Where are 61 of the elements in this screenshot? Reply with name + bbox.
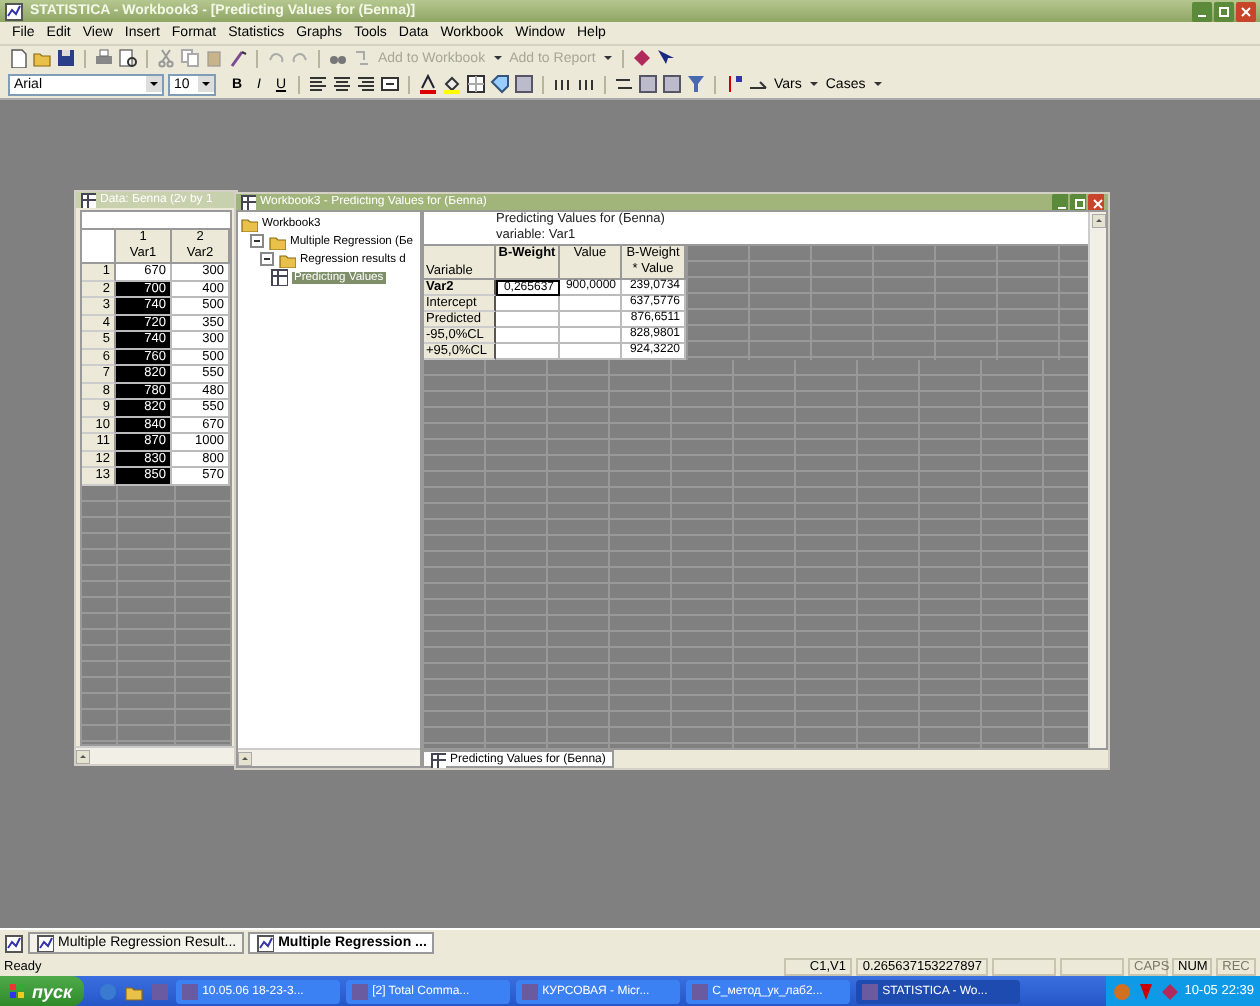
start-button[interactable]: пуск (0, 976, 85, 1006)
table-cell[interactable] (496, 312, 560, 328)
scroll-arrow-icon[interactable] (1091, 214, 1105, 228)
minimize-icon[interactable] (1052, 194, 1068, 210)
chart-icon[interactable] (4, 933, 24, 953)
app-icon (180, 982, 199, 1000)
close-icon[interactable] (1236, 1, 1256, 21)
font-color-icon[interactable] (418, 74, 438, 94)
vertical-scrollbar[interactable] (1088, 212, 1106, 748)
close-icon[interactable] (1088, 194, 1104, 210)
table-cell[interactable] (560, 344, 622, 360)
table-cell[interactable] (560, 296, 622, 312)
horizontal-scrollbar[interactable] (238, 748, 420, 766)
align-right-icon[interactable] (356, 74, 376, 94)
sort-icon[interactable] (724, 74, 744, 94)
spreadsheet-icon (430, 751, 446, 767)
tag-icon[interactable] (490, 74, 510, 94)
caret-icon[interactable] (491, 54, 504, 62)
expand-box-icon[interactable] (250, 234, 264, 248)
table-cell[interactable] (496, 296, 560, 312)
funnel-icon[interactable] (686, 74, 706, 94)
folder-icon[interactable] (124, 981, 145, 1001)
minimize-icon[interactable] (1192, 1, 1212, 21)
app-icon (690, 982, 709, 1000)
app-icon (860, 982, 879, 1000)
caret-icon[interactable] (601, 54, 614, 62)
expand-box-icon[interactable] (260, 252, 274, 266)
clipboard-icon[interactable] (204, 48, 224, 68)
brush-icon[interactable] (228, 48, 248, 68)
app-icon (520, 982, 539, 1000)
chart-icon (36, 934, 54, 952)
align-center-icon[interactable] (332, 74, 352, 94)
preview-icon[interactable] (118, 48, 138, 68)
maximize-icon[interactable] (1070, 194, 1086, 210)
align-left-icon[interactable] (308, 74, 328, 94)
maximize-icon[interactable] (1214, 1, 1234, 21)
merge-icon[interactable] (380, 74, 400, 94)
table-cell[interactable] (560, 328, 622, 344)
status-pane (1060, 957, 1124, 975)
scroll-arrow-icon[interactable] (238, 751, 252, 765)
table-cell[interactable] (496, 328, 560, 344)
table-cell[interactable] (496, 344, 560, 360)
horizontal-scrollbar[interactable] (76, 746, 236, 764)
chart-icon (4, 1, 24, 21)
dropdown-arrow-icon[interactable] (198, 76, 214, 92)
gem-icon[interactable] (631, 48, 652, 68)
status-pane (992, 957, 1056, 975)
fill-color-icon[interactable] (442, 74, 462, 94)
windows-logo-icon (8, 981, 28, 1001)
spreadsheet-icon (270, 268, 288, 286)
caret-icon[interactable] (871, 80, 884, 88)
app-icon (350, 982, 369, 1000)
table-cell[interactable] (560, 312, 622, 328)
printer-icon[interactable] (94, 48, 114, 68)
document-icon[interactable] (8, 48, 28, 68)
caret-icon[interactable] (807, 80, 820, 88)
corner-cell[interactable] (82, 230, 116, 264)
scroll-arrow-icon[interactable] (76, 749, 90, 763)
dropdown-arrow-icon[interactable] (146, 76, 162, 92)
border-icon[interactable] (466, 74, 486, 94)
chart-icon (256, 934, 275, 952)
